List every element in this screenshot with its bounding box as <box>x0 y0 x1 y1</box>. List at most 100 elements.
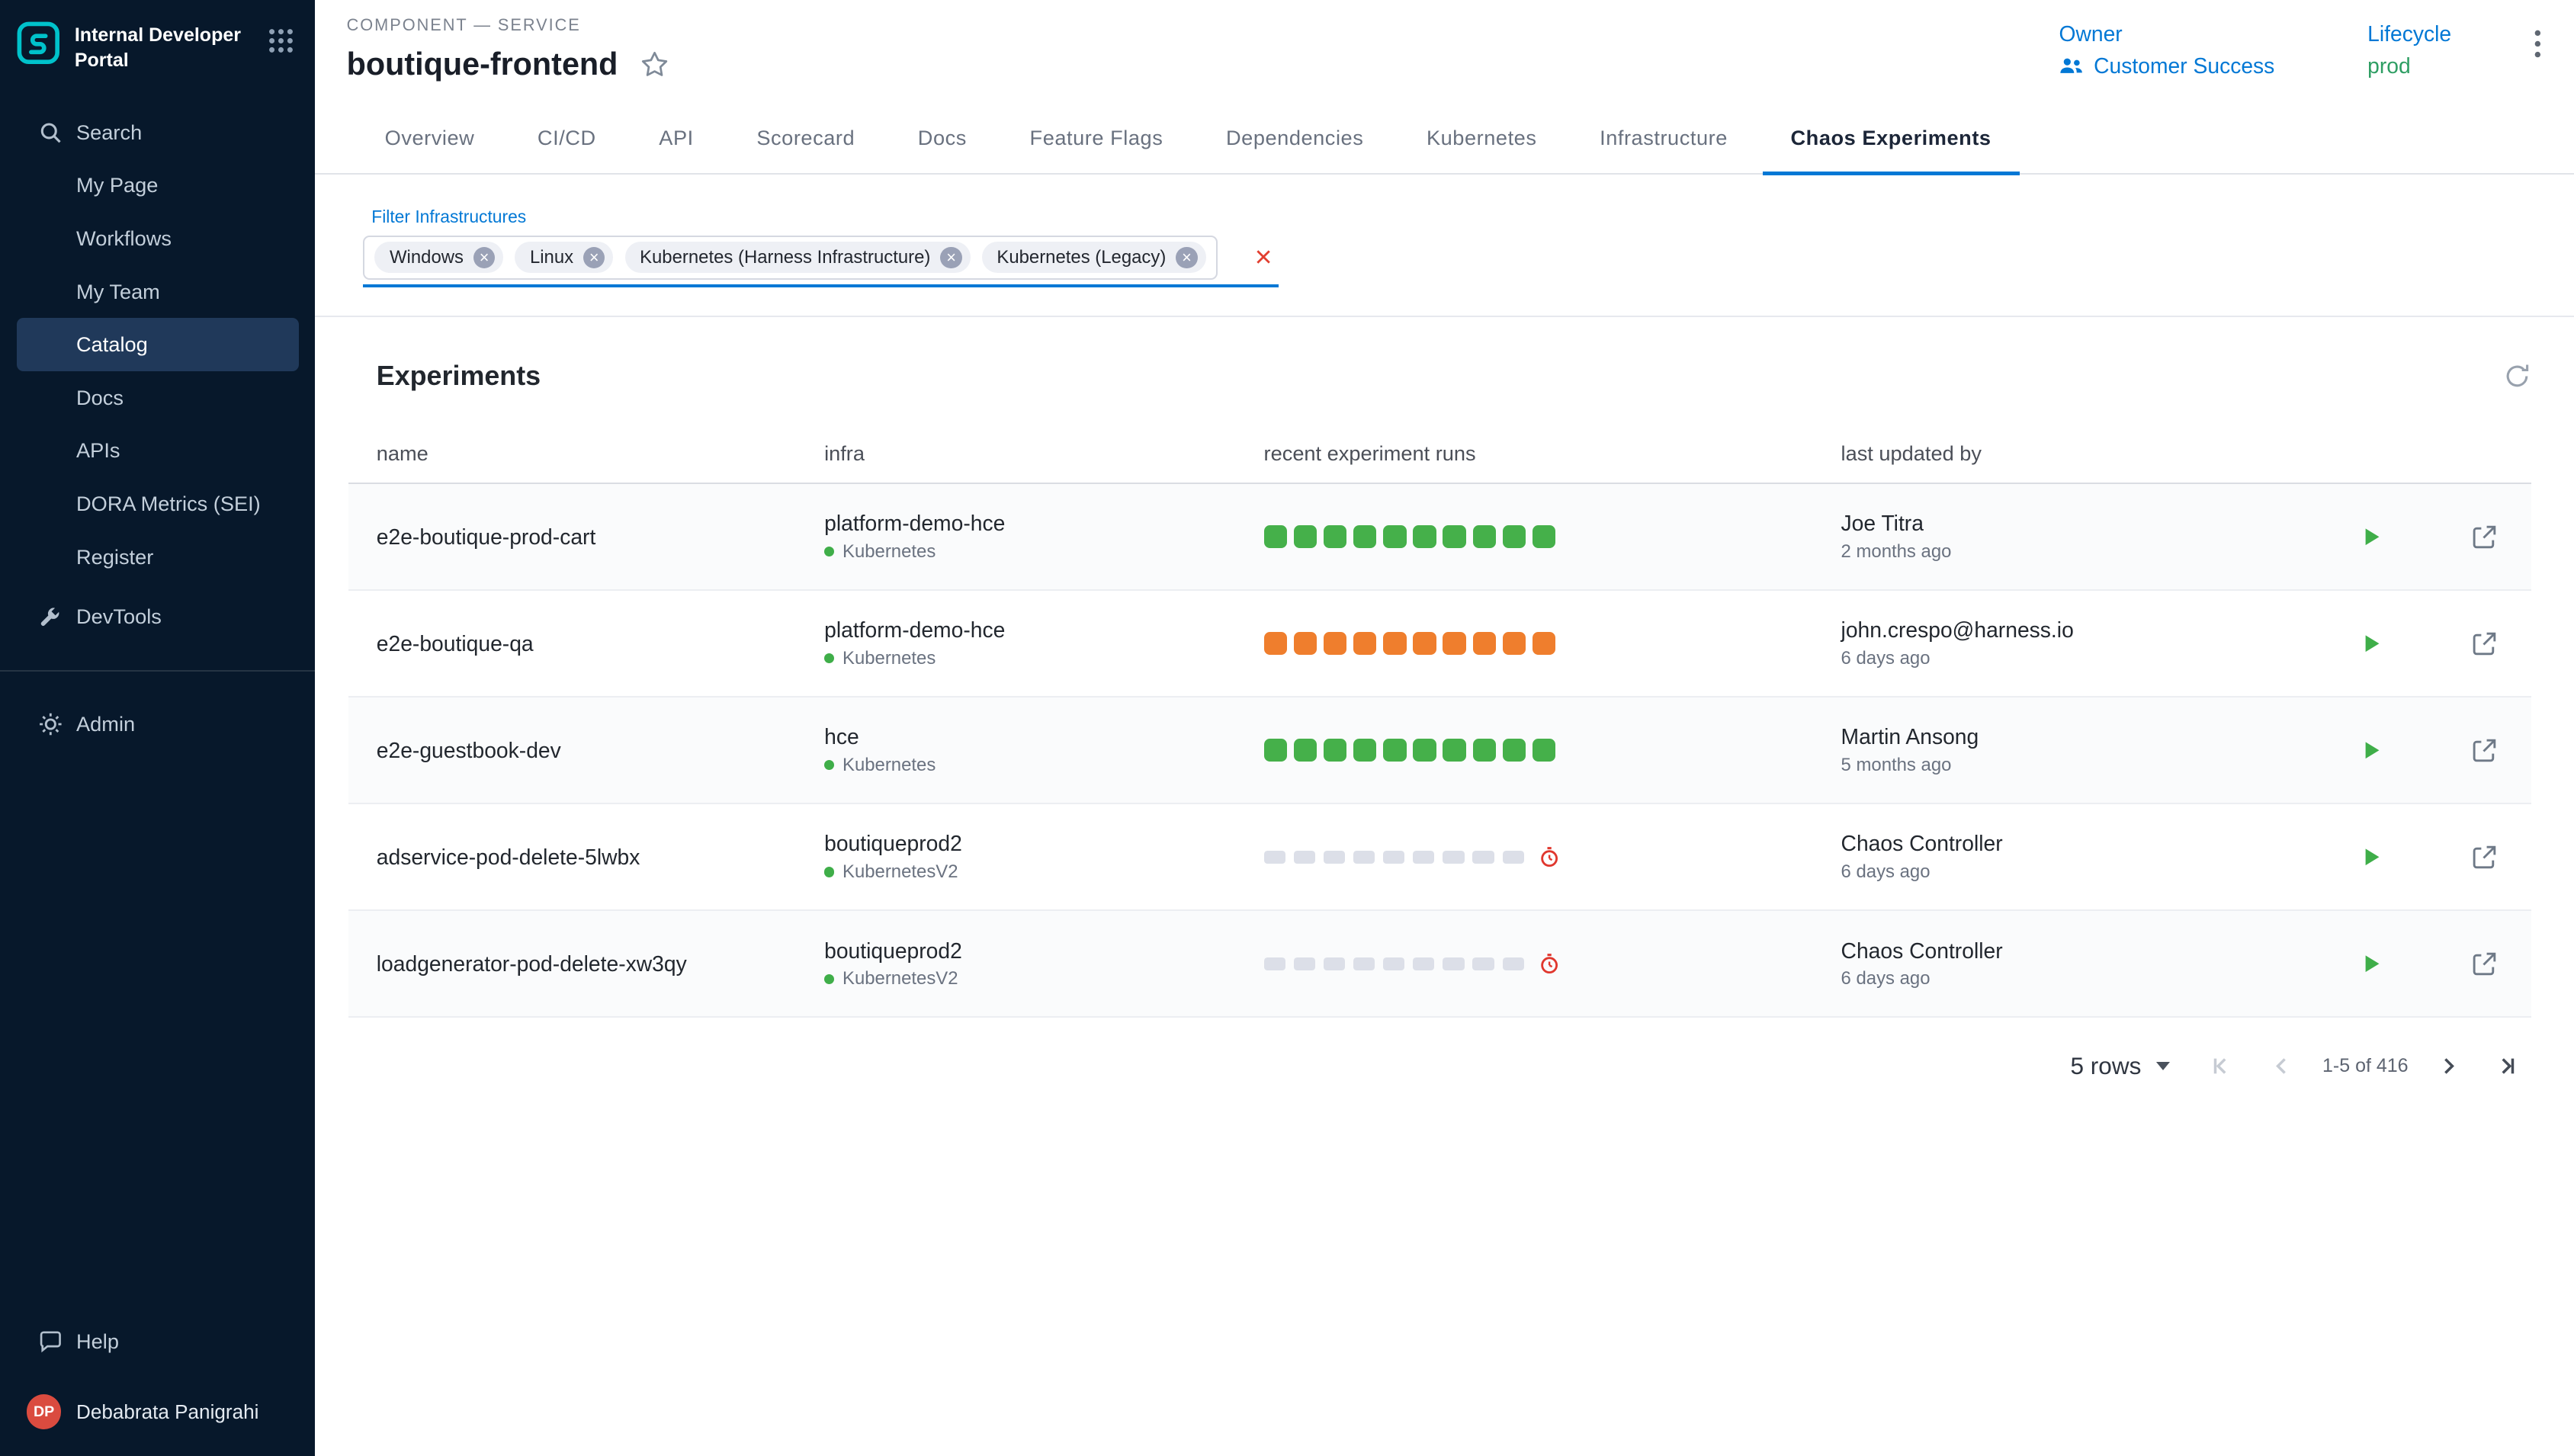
run-experiment-button[interactable] <box>2354 839 2390 875</box>
run-indicator[interactable] <box>1353 739 1376 762</box>
sidebar-item-help[interactable]: Help <box>17 1315 299 1368</box>
run-indicator[interactable] <box>1264 525 1287 548</box>
run-indicator[interactable] <box>1353 525 1376 548</box>
sidebar-item-search[interactable]: Search <box>17 106 299 159</box>
rows-per-page-select[interactable]: 5 rows <box>2070 1052 2169 1080</box>
sidebar-item-my-team[interactable]: My Team <box>17 265 299 319</box>
sidebar-item-devtools[interactable]: DevTools <box>17 590 299 643</box>
open-in-new-icon[interactable] <box>2466 518 2504 556</box>
open-in-new-icon[interactable] <box>2466 731 2504 769</box>
tab-cicd[interactable]: CI/CD <box>509 102 624 174</box>
run-indicator[interactable] <box>1383 739 1406 762</box>
run-indicator[interactable] <box>1353 632 1376 655</box>
chip-remove-icon[interactable]: × <box>1176 247 1197 268</box>
tab-overview[interactable]: Overview <box>357 102 503 174</box>
run-indicator[interactable] <box>1473 739 1496 762</box>
prev-page-button[interactable] <box>2267 1052 2296 1080</box>
run-indicator[interactable] <box>1413 632 1436 655</box>
chip-remove-icon[interactable]: × <box>473 247 495 268</box>
chip-remove-icon[interactable]: × <box>940 247 961 268</box>
sidebar-item-workflows[interactable]: Workflows <box>17 212 299 265</box>
open-in-new-icon[interactable] <box>2466 624 2504 662</box>
run-indicator[interactable] <box>1533 632 1555 655</box>
run-indicator[interactable] <box>1413 957 1434 970</box>
star-icon[interactable] <box>640 50 669 79</box>
run-experiment-button[interactable] <box>2354 518 2390 555</box>
run-indicator[interactable] <box>1473 632 1496 655</box>
recent-runs[interactable] <box>1264 632 1841 655</box>
run-experiment-button[interactable] <box>2354 625 2390 662</box>
run-indicator[interactable] <box>1472 957 1494 970</box>
run-indicator[interactable] <box>1324 632 1346 655</box>
sidebar-item-docs[interactable]: Docs <box>17 371 299 425</box>
run-indicator[interactable] <box>1443 525 1465 548</box>
run-indicator[interactable] <box>1413 851 1434 864</box>
more-menu-icon[interactable] <box>2524 27 2551 62</box>
run-indicator[interactable] <box>1533 739 1555 762</box>
recent-runs[interactable] <box>1264 525 1841 548</box>
run-indicator[interactable] <box>1383 525 1406 548</box>
tab-docs[interactable]: Docs <box>890 102 995 174</box>
run-indicator[interactable] <box>1294 525 1317 548</box>
tab-scorecard[interactable]: Scorecard <box>728 102 883 174</box>
filter-chip-linux[interactable]: Linux × <box>515 242 613 273</box>
tab-dependencies[interactable]: Dependencies <box>1198 102 1391 174</box>
run-indicator[interactable] <box>1383 851 1404 864</box>
refresh-icon[interactable] <box>2503 362 2531 390</box>
recent-runs[interactable] <box>1264 846 1841 868</box>
run-experiment-button[interactable] <box>2354 945 2390 982</box>
filter-chip-kubernetes-harness[interactable]: Kubernetes (Harness Infrastructure) × <box>625 242 971 273</box>
clear-filter-icon[interactable]: × <box>1255 242 1273 272</box>
chip-remove-icon[interactable]: × <box>583 247 605 268</box>
run-indicator[interactable] <box>1443 632 1465 655</box>
run-indicator[interactable] <box>1443 739 1465 762</box>
sidebar-item-my-page[interactable]: My Page <box>17 159 299 213</box>
run-indicator[interactable] <box>1324 851 1345 864</box>
run-indicator[interactable] <box>1294 632 1317 655</box>
first-page-button[interactable] <box>2207 1052 2235 1080</box>
sidebar-item-catalog[interactable]: Catalog <box>17 318 299 371</box>
run-indicator[interactable] <box>1353 851 1375 864</box>
run-indicator[interactable] <box>1294 739 1317 762</box>
run-indicator[interactable] <box>1503 957 1524 970</box>
open-in-new-icon[interactable] <box>2466 838 2504 876</box>
run-indicator[interactable] <box>1473 525 1496 548</box>
run-indicator[interactable] <box>1324 957 1345 970</box>
tab-kubernetes[interactable]: Kubernetes <box>1398 102 1565 174</box>
owner-value[interactable]: Customer Success <box>2094 53 2274 79</box>
run-indicator[interactable] <box>1503 525 1526 548</box>
sidebar-item-register[interactable]: Register <box>17 531 299 584</box>
run-indicator[interactable] <box>1503 632 1526 655</box>
run-indicator[interactable] <box>1383 632 1406 655</box>
sidebar-item-dora-metrics[interactable]: DORA Metrics (SEI) <box>17 477 299 531</box>
tab-api[interactable]: API <box>631 102 721 174</box>
run-indicator[interactable] <box>1264 957 1285 970</box>
sidebar-item-admin[interactable]: Admin <box>17 698 299 752</box>
run-indicator[interactable] <box>1324 525 1346 548</box>
filter-chip-kubernetes-legacy[interactable]: Kubernetes (Legacy) × <box>982 242 1206 273</box>
filter-chip-windows[interactable]: Windows × <box>374 242 503 273</box>
next-page-button[interactable] <box>2434 1052 2463 1080</box>
run-indicator[interactable] <box>1472 851 1494 864</box>
run-indicator[interactable] <box>1533 525 1555 548</box>
run-indicator[interactable] <box>1324 739 1346 762</box>
last-page-button[interactable] <box>2493 1052 2521 1080</box>
owner-label[interactable]: Owner <box>2059 21 2274 47</box>
tab-feature-flags[interactable]: Feature Flags <box>1002 102 1192 174</box>
run-experiment-button[interactable] <box>2354 732 2390 768</box>
tab-chaos-experiments[interactable]: Chaos Experiments <box>1763 102 2020 174</box>
run-indicator[interactable] <box>1443 957 1464 970</box>
run-indicator[interactable] <box>1264 632 1287 655</box>
run-indicator[interactable] <box>1353 957 1375 970</box>
infrastructure-filter-input[interactable]: Windows × Linux × Kubernetes (Harness In… <box>363 236 1279 288</box>
run-indicator[interactable] <box>1383 957 1404 970</box>
run-indicator[interactable] <box>1443 851 1464 864</box>
lifecycle-label[interactable]: Lifecycle <box>2367 21 2451 47</box>
run-indicator[interactable] <box>1503 739 1526 762</box>
run-indicator[interactable] <box>1413 525 1436 548</box>
run-indicator[interactable] <box>1264 851 1285 864</box>
run-indicator[interactable] <box>1503 851 1524 864</box>
apps-grid-icon[interactable] <box>267 21 295 54</box>
run-indicator[interactable] <box>1264 739 1287 762</box>
run-indicator[interactable] <box>1413 739 1436 762</box>
